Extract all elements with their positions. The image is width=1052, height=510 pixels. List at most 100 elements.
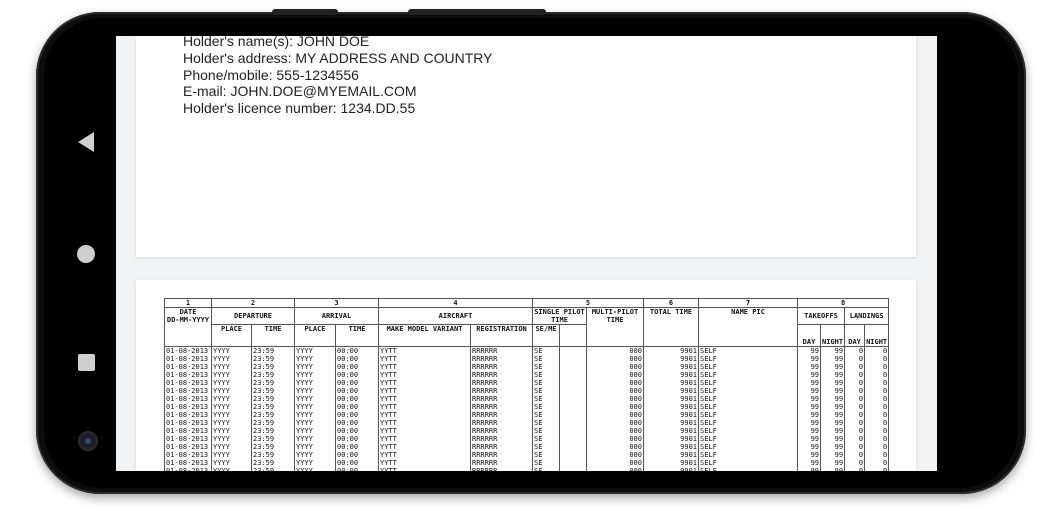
cell-arrival-place: YYYY (294, 395, 336, 403)
header-takeoffs-day: DAY (797, 324, 821, 347)
cell-date: 01-08-2013 (164, 387, 212, 395)
cell-landings-night: 0 (864, 363, 890, 371)
cell-departure-time: 23:59 (251, 387, 295, 395)
table-row: 01-08-2013 YYYY 23:59 YYYY 00:00 YYTT RRRRRR SE… (164, 451, 890, 459)
holder-info: Holder's name(s): JOHN DOE Holder's addr… (183, 36, 492, 117)
cell-departure-time: 23:59 (251, 379, 295, 387)
cell-date: 01-08-2013 (164, 467, 212, 471)
volume-button (272, 9, 338, 15)
cell-total-time: 9901 (643, 379, 699, 387)
document-page-2: 1 2 3 4 5 6 7 8 DATE DD-MM-YYYY DEPARTUR… (136, 280, 916, 471)
document-viewer[interactable]: Holder's name(s): JOHN DOE Holder's addr… (116, 36, 937, 471)
cell-landings-night: 0 (864, 451, 890, 459)
cell-total-time: 9901 (643, 346, 699, 355)
cell-landings-night: 0 (864, 467, 890, 471)
cell-departure-place: YYYY (211, 346, 252, 355)
cell-arrival-time: 00:00 (335, 419, 379, 427)
cell-single-pilot-blank (559, 411, 587, 419)
cell-se-me: SE (532, 427, 560, 435)
cell-takeoffs-day: 99 (797, 379, 821, 387)
cell-arrival-place: YYYY (294, 403, 336, 411)
cell-arrival-time: 00:00 (335, 346, 379, 355)
cell-name-pic: SELF (698, 346, 798, 355)
cell-make-model: YYTT (378, 363, 471, 371)
col-number: 5 (532, 298, 644, 308)
cell-single-pilot-blank (559, 371, 587, 379)
cell-name-pic: SELF (698, 371, 798, 379)
cell-departure-place: YYYY (211, 355, 252, 363)
cell-landings-day: 0 (844, 467, 866, 471)
cell-departure-time: 23:59 (251, 403, 295, 411)
cell-multi-pilot-time: 000 (586, 467, 644, 471)
cell-arrival-time: 00:00 (335, 411, 379, 419)
cell-arrival-place: YYYY (294, 355, 336, 363)
cell-registration: RRRRRR (470, 427, 533, 435)
cell-arrival-place: YYYY (294, 379, 336, 387)
cell-departure-place: YYYY (211, 459, 252, 467)
cell-total-time: 9901 (643, 403, 699, 411)
cell-departure-place: YYYY (211, 467, 252, 471)
cell-departure-place: YYYY (211, 363, 252, 371)
cell-name-pic: SELF (698, 379, 798, 387)
cell-takeoffs-day: 99 (797, 363, 821, 371)
cell-single-pilot-blank (559, 467, 587, 471)
header-blank (559, 324, 587, 347)
cell-departure-time: 23:59 (251, 443, 295, 451)
cell-takeoffs-night: 99 (819, 363, 846, 371)
cell-make-model: YYTT (378, 451, 471, 459)
cell-name-pic: SELF (698, 387, 798, 395)
cell-arrival-place: YYYY (294, 451, 336, 459)
cell-takeoffs-night: 99 (819, 451, 846, 459)
header-multi-pilot-time: MULTI-PILOT TIME (586, 307, 644, 347)
cell-date: 01-08-2013 (164, 427, 212, 435)
cell-landings-night: 0 (864, 411, 890, 419)
home-button[interactable] (64, 232, 108, 276)
table-row: 01-08-2013 YYYY 23:59 YYYY 00:00 YYTT RRRRRR SE… (164, 363, 890, 371)
cell-landings-day: 0 (844, 363, 866, 371)
cell-multi-pilot-time: 000 (586, 355, 644, 363)
cell-name-pic: SELF (698, 451, 798, 459)
cell-landings-day: 0 (844, 379, 866, 387)
cell-total-time: 9901 (643, 435, 699, 443)
cell-landings-day: 0 (844, 443, 866, 451)
cell-single-pilot-blank (559, 451, 587, 459)
cell-multi-pilot-time: 000 (586, 443, 644, 451)
cell-departure-time: 23:59 (251, 459, 295, 467)
back-button[interactable] (64, 120, 108, 164)
table-row: 01-08-2013 YYYY 23:59 YYYY 00:00 YYTT RRRRRR SE… (164, 411, 890, 419)
cell-arrival-time: 00:00 (335, 387, 379, 395)
col-number: 4 (378, 298, 533, 308)
cell-registration: RRRRRR (470, 371, 533, 379)
cell-arrival-place: YYYY (294, 346, 336, 355)
cell-arrival-place: YYYY (294, 459, 336, 467)
header-landings: LANDINGS (844, 307, 890, 325)
recents-square-icon (77, 353, 95, 371)
cell-multi-pilot-time: 000 (586, 403, 644, 411)
front-camera (80, 433, 96, 449)
cell-landings-day: 0 (844, 403, 866, 411)
cell-multi-pilot-time: 000 (586, 411, 644, 419)
cell-departure-place: YYYY (211, 419, 252, 427)
cell-takeoffs-night: 99 (819, 355, 846, 363)
cell-arrival-place: YYYY (294, 443, 336, 451)
header-landings-day: DAY (844, 324, 866, 347)
cell-takeoffs-day: 99 (797, 427, 821, 435)
cell-make-model: YYTT (378, 387, 471, 395)
cell-takeoffs-day: 99 (797, 451, 821, 459)
cell-make-model: YYTT (378, 395, 471, 403)
cell-single-pilot-blank (559, 363, 587, 371)
recents-button[interactable] (64, 340, 108, 384)
cell-departure-place: YYYY (211, 427, 252, 435)
cell-takeoffs-night: 99 (819, 346, 846, 355)
cell-single-pilot-blank (559, 427, 587, 435)
cell-landings-day: 0 (844, 371, 866, 379)
cell-departure-time: 23:59 (251, 363, 295, 371)
back-triangle-icon (78, 132, 94, 152)
holder-address: Holder's address: MY ADDRESS AND COUNTRY (183, 49, 493, 66)
header-date: DATE DD-MM-YYYY (164, 307, 212, 347)
cell-landings-night: 0 (864, 403, 890, 411)
cell-single-pilot-blank (559, 443, 587, 451)
cell-multi-pilot-time: 000 (586, 371, 644, 379)
cell-landings-day: 0 (844, 346, 866, 355)
cell-landings-night: 0 (864, 395, 890, 403)
